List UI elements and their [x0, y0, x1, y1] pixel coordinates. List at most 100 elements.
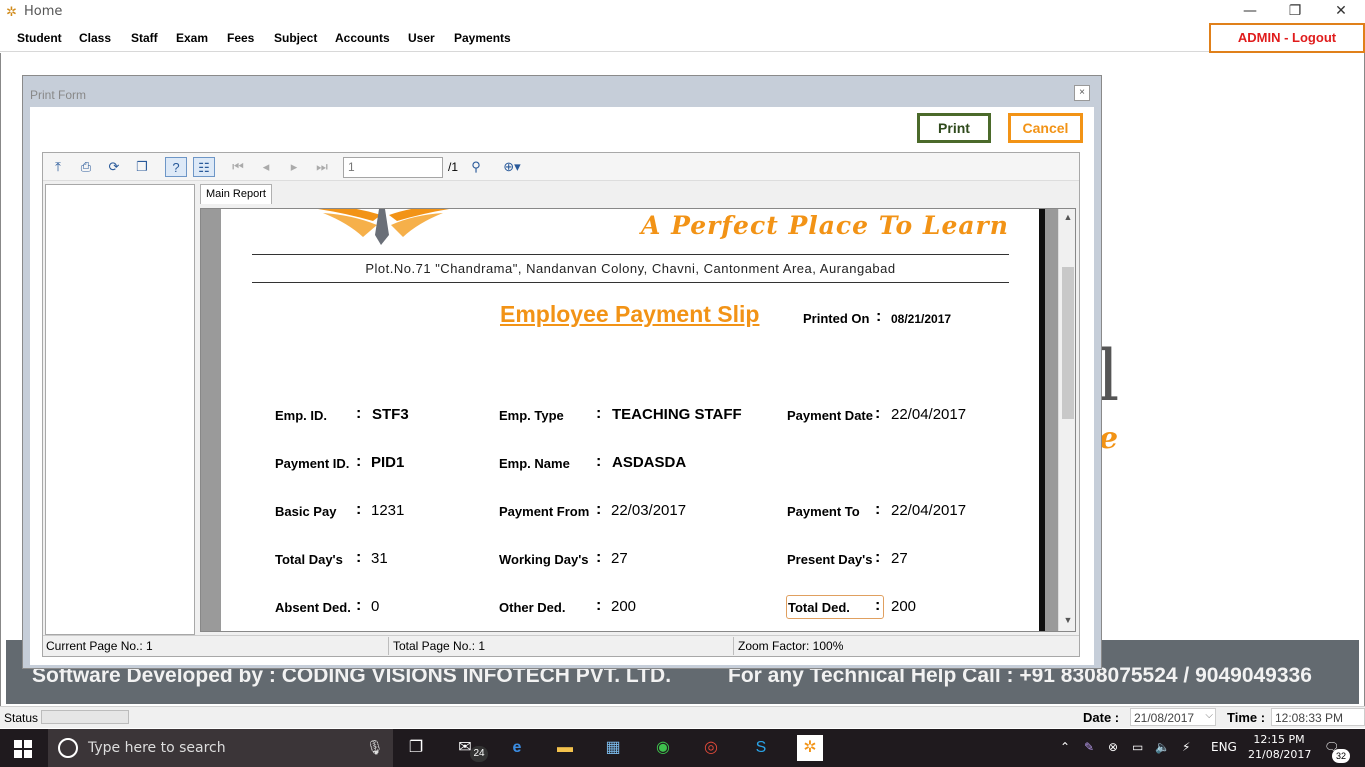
menu-staff[interactable]: Staff [131, 31, 158, 45]
status-label: Status [4, 711, 39, 725]
divider [252, 254, 1009, 255]
menu-class[interactable]: Class [79, 31, 111, 45]
emp-type-label: Emp. Type [499, 408, 564, 423]
mail-badge: 24 [470, 746, 488, 762]
last-page-icon[interactable]: ⏭ [311, 157, 333, 177]
payment-date-label: Payment Date [787, 408, 873, 423]
colon: : [356, 549, 362, 566]
refresh-icon[interactable]: ⟳ [103, 157, 125, 177]
print-button[interactable]: Print [917, 113, 991, 143]
payment-to-value: 22/04/2017 [891, 502, 967, 519]
menu-exam[interactable]: Exam [176, 31, 208, 45]
dialog-close-button[interactable]: × [1074, 85, 1090, 101]
group-tree-icon[interactable]: ☷ [193, 157, 215, 177]
pen-icon[interactable]: ✎ [1084, 740, 1094, 754]
present-days-value: 27 [891, 550, 908, 567]
clock-date: 21/08/2017 [1248, 748, 1312, 761]
menu-subject[interactable]: Subject [274, 31, 317, 45]
payment-id-value: PID1 [371, 454, 405, 471]
payment-id-label: Payment ID. [275, 456, 350, 471]
edge-browser-icon[interactable]: e [504, 735, 530, 761]
current-page-status: Current Page No.: 1 [46, 639, 153, 653]
menu-payments[interactable]: Payments [454, 31, 511, 45]
other-ded-label: Other Ded. [499, 600, 566, 615]
emp-id-label: Emp. ID. [275, 408, 328, 423]
dialog-title: Print Form [30, 88, 87, 102]
app-logo-icon: ✲ [6, 4, 17, 19]
page-number-input[interactable]: 1 [343, 157, 443, 178]
cancel-button[interactable]: Cancel [1008, 113, 1083, 143]
close-window-button[interactable]: ✕ [1318, 0, 1364, 24]
colon: : [356, 501, 362, 518]
chevron-down-icon[interactable]: ⌵ [1205, 710, 1213, 721]
network-icon[interactable]: ⊗ [1108, 740, 1118, 754]
chevron-up-icon[interactable]: ⌃ [1060, 740, 1070, 754]
chrome-icon[interactable]: ◎ [698, 735, 724, 761]
time-label: Time : [1227, 710, 1266, 725]
total-days-value: 31 [371, 550, 388, 567]
task-view-icon[interactable]: ❐ [403, 735, 429, 761]
logout-button[interactable]: ADMIN - Logout [1209, 23, 1365, 53]
find-icon[interactable]: ⚲ [465, 157, 487, 177]
viewer-status-line: Current Page No.: 1 Total Page No.: 1 Zo… [43, 635, 1079, 656]
separator [388, 637, 389, 655]
total-ded-label: Total Ded. [788, 600, 850, 615]
menu-user[interactable]: User [408, 31, 435, 45]
other-ded-value: 200 [611, 598, 637, 615]
scroll-thumb[interactable] [1062, 267, 1074, 419]
school-app-icon[interactable]: ✲ [797, 735, 823, 761]
menu-fees[interactable]: Fees [227, 31, 254, 45]
print-icon[interactable]: ⎙ [75, 157, 97, 177]
absent-ded-label: Absent Ded. [275, 600, 351, 615]
print-form-dialog: Print Form × Print Cancel ⤒ ⎙ ⟳ ❐ ? ☷ ⏮ … [22, 75, 1102, 669]
battery-icon[interactable]: ▭ [1132, 740, 1143, 754]
file-explorer-icon[interactable]: ▬ [552, 735, 578, 761]
language-indicator[interactable]: ENG [1211, 740, 1237, 754]
payment-from-label: Payment From [499, 504, 590, 519]
colon: : [875, 597, 881, 614]
calculator-icon[interactable]: ▦ [600, 735, 626, 761]
skype-icon[interactable]: S [748, 735, 774, 761]
vertical-scrollbar[interactable]: ▲ ▼ [1058, 209, 1075, 631]
scroll-down-icon[interactable]: ▼ [1059, 615, 1075, 625]
divider [252, 282, 1009, 283]
colon: : [875, 501, 881, 518]
absent-ded-value: 0 [371, 598, 380, 615]
viewer-toolbar: ⤒ ⎙ ⟳ ❐ ? ☷ ⏮ ◂ ▸ ⏭ 1 /1 ⚲ ⊕▾ [43, 153, 1079, 181]
taskbar-clock[interactable]: 12:15 PM 21/08/2017 [1248, 732, 1312, 762]
whatsapp-icon[interactable]: ◉ [650, 735, 676, 761]
total-page-status: Total Page No.: 1 [393, 639, 486, 653]
wifi-icon[interactable]: ⚡ [1182, 740, 1190, 754]
minimize-button[interactable]: — [1227, 0, 1273, 24]
previous-page-icon[interactable]: ◂ [255, 157, 277, 177]
scroll-up-icon[interactable]: ▲ [1059, 212, 1075, 222]
first-page-icon[interactable]: ⏮ [227, 157, 249, 177]
menu-student[interactable]: Student [17, 31, 62, 45]
zoom-icon[interactable]: ⊕▾ [495, 157, 529, 177]
printed-on-label: Printed On [803, 311, 870, 326]
time-field: 12:08:33 PM [1271, 708, 1365, 726]
microphone-icon[interactable]: 🎙 [366, 739, 384, 756]
menu-accounts[interactable]: Accounts [335, 31, 390, 45]
colon: : [356, 405, 362, 422]
export-icon[interactable]: ⤒ [47, 157, 69, 177]
taskbar: Type here to search 🎙 ❐ ✉ 24 e ▬ ▦ ◉ ◎ S… [0, 729, 1365, 767]
total-ded-value: 200 [891, 598, 917, 615]
next-page-icon[interactable]: ▸ [283, 157, 305, 177]
menu-bar: Student Class Staff Exam Fees Subject Ac… [0, 24, 1365, 52]
notification-badge: 32 [1332, 749, 1350, 763]
volume-icon[interactable]: 🔈 [1155, 740, 1170, 754]
copy-icon[interactable]: ❐ [131, 157, 153, 177]
tab-main-report[interactable]: Main Report [200, 184, 272, 204]
colon: : [356, 597, 362, 614]
colon: : [596, 405, 602, 422]
present-days-label: Present Day's [787, 552, 873, 567]
taskbar-search[interactable]: Type here to search 🎙 [48, 729, 393, 767]
help-icon[interactable]: ? [165, 157, 187, 177]
date-picker[interactable]: 21/08/2017 ⌵ [1130, 708, 1216, 726]
restore-button[interactable]: ❐ [1272, 0, 1318, 24]
emp-name-label: Emp. Name [499, 456, 570, 471]
windows-start-icon[interactable] [14, 740, 32, 758]
date-value: 21/08/2017 [1134, 711, 1195, 725]
time-value: 12:08:33 PM [1275, 711, 1344, 725]
